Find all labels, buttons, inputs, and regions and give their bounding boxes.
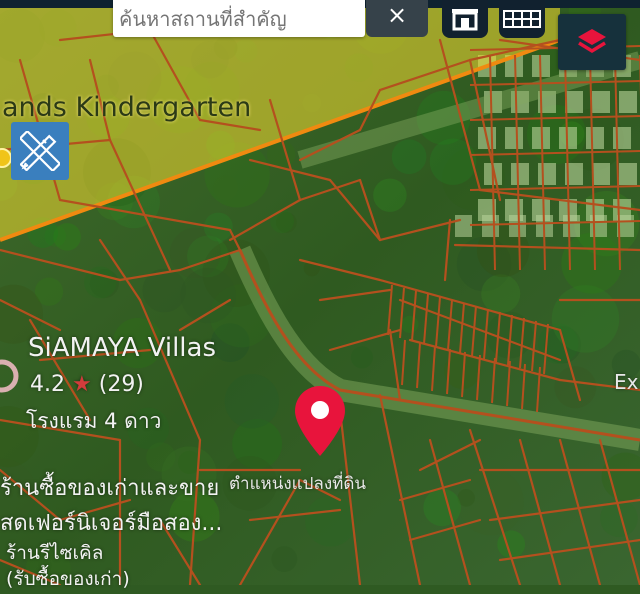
tree-cluster [481, 274, 521, 314]
shop-label-2[interactable]: สดเฟอร์นิเจอร์มือสอง... [0, 505, 222, 540]
building-roof [619, 91, 637, 113]
building-icon [452, 9, 478, 31]
ruler-pencil-icon [20, 131, 60, 171]
hotel-rating: 4.2 [30, 372, 65, 397]
tree-cluster [350, 346, 374, 369]
layers-icon [578, 29, 606, 54]
tree-cluster [271, 546, 298, 573]
tree-cluster [224, 374, 280, 429]
building-roof [482, 215, 499, 237]
kindergarten-label[interactable]: ands Kindergarten [2, 92, 251, 123]
tree-cluster [391, 139, 427, 175]
hotel-reviews: (29) [98, 372, 144, 397]
clear-search-button[interactable]: × [366, 0, 428, 37]
building-roof [505, 127, 523, 149]
star-icon: ★ [72, 372, 92, 397]
shop-label-1[interactable]: ร้านซื้อของเก่าและขาย [0, 470, 219, 505]
building-roof [538, 163, 556, 185]
building-roof [613, 127, 631, 149]
poi-small-icon[interactable] [0, 148, 12, 168]
building-roof [455, 215, 472, 237]
building-roof [592, 91, 610, 113]
building-roof [586, 127, 604, 149]
building-roof [563, 215, 580, 237]
hotel-name-label[interactable]: SiAMAYA Villas [28, 333, 216, 363]
hotel-rating-row: 4.2 ★ (29) [30, 372, 144, 397]
grid-icon [503, 10, 541, 28]
grid-button[interactable] [499, 0, 545, 38]
tree-cluster [401, 315, 419, 334]
building-roof [565, 91, 583, 113]
search-input[interactable] [113, 0, 353, 37]
layers-button[interactable] [558, 14, 626, 70]
building-roof [592, 163, 610, 185]
map-pin-icon[interactable] [293, 384, 347, 458]
tree-cluster [305, 495, 357, 547]
tree-cluster [180, 267, 236, 324]
tree-cluster [270, 209, 294, 234]
pin-caption: ตำแหน่งแปลงที่ดิน [229, 474, 367, 494]
building-roof [619, 163, 637, 185]
hotel-category-label: โรงแรม 4 ดาว [26, 409, 162, 433]
building-roof [590, 215, 607, 237]
tree-cluster [423, 488, 461, 527]
tree-cluster [551, 285, 620, 353]
tree-cluster [373, 178, 407, 212]
measure-tool-button[interactable] [11, 122, 69, 180]
building-button[interactable] [442, 0, 488, 38]
edge-label: Ex [614, 370, 639, 394]
close-icon: × [386, 1, 408, 29]
building-roof [509, 215, 526, 237]
shop-label-4[interactable]: (รับซื้อของเก่า) [6, 564, 130, 594]
search-box[interactable] [113, 0, 365, 37]
building-roof [511, 163, 529, 185]
